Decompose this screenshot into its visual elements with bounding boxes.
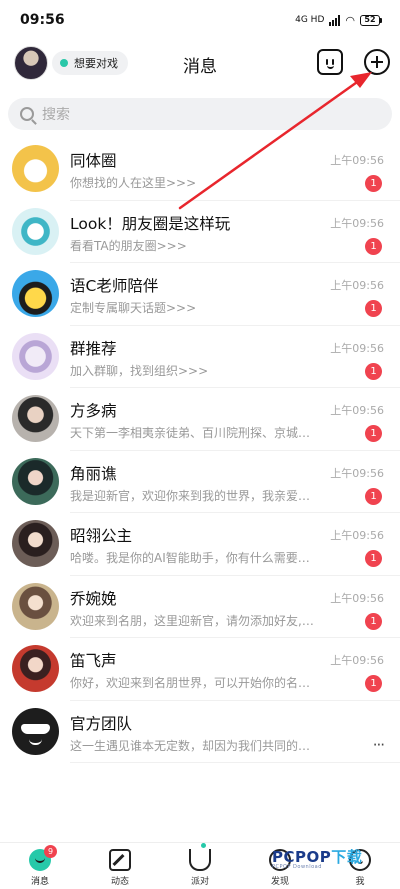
- party-icon: [189, 843, 211, 871]
- chat-preview: 这一生遇见谁本无定数，却因为我们共同的…: [70, 738, 311, 753]
- nav-label: 派对: [190, 877, 209, 887]
- chat-row[interactable]: 乔婉娩 欢迎来到名朋，这里迎新官，请勿添加好友,… 上午09:56 1: [0, 576, 400, 639]
- avatar: [12, 145, 59, 192]
- unread-badge: 1: [365, 362, 382, 380]
- chat-time: 上午09:56: [330, 654, 384, 667]
- chat-time: 上午09:56: [330, 279, 384, 292]
- chat-preview: 看看TA的朋友圈>>>: [70, 238, 187, 253]
- unread-badge: 1: [365, 675, 382, 692]
- status-icons: 4G HD ◠ 52: [295, 14, 382, 27]
- chat-time: 上午09:56: [330, 341, 384, 355]
- plus-circle-icon[interactable]: [364, 49, 390, 75]
- chat-name: 方多病: [70, 402, 117, 420]
- chat-time: 上午09:56: [330, 591, 384, 605]
- status-time: 09:56: [20, 12, 65, 28]
- header: 想要对戏 消息: [0, 40, 400, 88]
- chat-row[interactable]: 昭翎公主 哈喽。我是你的AI智能助手，你有什么需要… 上午09:56 1: [0, 513, 400, 576]
- unread-badge: 1: [365, 550, 382, 567]
- robot-icon[interactable]: [317, 49, 343, 75]
- nav-label: 消息: [30, 877, 49, 887]
- chat-row[interactable]: 语C老师陪伴 定制专属聊天话题>>> 上午09:56 1: [0, 263, 400, 326]
- signal-icon: [329, 14, 341, 26]
- avatar: [12, 207, 59, 255]
- chat-time: 上午09:56: [330, 216, 384, 230]
- search-placeholder: 搜索: [42, 107, 70, 123]
- wifi-icon: ◠: [345, 13, 355, 27]
- avatar: [12, 645, 59, 692]
- unread-badge: 1: [365, 612, 382, 630]
- chat-name: 笛飞声: [70, 652, 117, 670]
- unread-badge: 1: [365, 300, 382, 317]
- battery-level: 52: [360, 14, 380, 26]
- nav-badge: 9: [44, 845, 57, 858]
- unread-badge: 1: [365, 487, 382, 505]
- unread-badge: 1: [365, 175, 382, 192]
- network-label: 4G HD: [295, 15, 325, 25]
- avatar: [12, 707, 59, 755]
- chat-row[interactable]: 笛飞声 你好，欢迎来到名朋世界，可以开始你的名… 上午09:56 1: [0, 638, 400, 701]
- unread-badge: 1: [365, 425, 382, 442]
- chat-row[interactable]: 同体圈 你想找的人在这里>>> 上午09:56 1: [0, 138, 400, 201]
- avatar: [12, 582, 59, 630]
- edit-icon: [109, 849, 131, 871]
- avatar: [12, 395, 59, 442]
- unread-badge: 1: [365, 237, 382, 255]
- chat-preview: 加入群聊，找到组织>>>: [70, 363, 209, 378]
- chat-name: 角丽谯: [70, 464, 117, 483]
- chat-preview: 哈喽。我是你的AI智能助手，你有什么需要…: [70, 551, 310, 565]
- chat-row[interactable]: 群推荐 加入群聊，找到组织>>> 上午09:56 1: [0, 326, 400, 389]
- chat-preview: 你想找的人在这里>>>: [70, 176, 197, 190]
- battery-icon: 52: [360, 14, 382, 26]
- chat-name: Look！朋友圈是这样玩: [70, 214, 231, 233]
- nav-label: 动态: [110, 877, 129, 887]
- nav-party[interactable]: 派对: [160, 843, 240, 889]
- chat-preview: 你好，欢迎来到名朋世界，可以开始你的名…: [70, 676, 311, 690]
- status-bar: 09:56 4G HD ◠ 52: [0, 0, 400, 40]
- chat-preview: 天下第一李相夷亲徒弟、百川院刑探、京城…: [70, 426, 311, 440]
- chat-preview: 我是迎新官，欢迎你来到我的世界，我亲爱…: [70, 488, 311, 503]
- nav-moments[interactable]: 动态: [80, 843, 160, 889]
- search-bar[interactable]: 搜索: [8, 98, 392, 130]
- search-icon: [20, 107, 34, 121]
- chat-row[interactable]: 角丽谯 我是迎新官，欢迎你来到我的世界，我亲爱… 上午09:56 1: [0, 451, 400, 514]
- chat-row[interactable]: Look！朋友圈是这样玩 看看TA的朋友圈>>> 上午09:56 1: [0, 201, 400, 264]
- chat-name: 官方团队: [70, 714, 133, 733]
- nav-label: 我: [355, 877, 365, 887]
- chat-time: 上午09:56: [330, 529, 384, 542]
- chat-time: 上午09:56: [330, 154, 384, 167]
- avatar: [12, 457, 59, 505]
- nav-messages[interactable]: 9 消息: [0, 843, 80, 889]
- chat-preview: 欢迎来到名朋，这里迎新官，请勿添加好友,…: [70, 613, 314, 628]
- more-icon: ···: [372, 735, 385, 754]
- chat-row[interactable]: 方多病 天下第一李相夷亲徒弟、百川院刑探、京城… 上午09:56 1: [0, 388, 400, 451]
- avatar: [12, 520, 59, 567]
- chat-time: 上午09:56: [330, 404, 384, 417]
- nav-label: 发现: [270, 877, 289, 887]
- chat-name: 乔婉娩: [70, 589, 117, 608]
- avatar: [12, 332, 59, 380]
- chat-name: 语C老师陪伴: [70, 277, 159, 295]
- chat-preview: 定制专属聊天话题>>>: [70, 301, 197, 315]
- chat-list: 同体圈 你想找的人在这里>>> 上午09:56 1 Look！朋友圈是这样玩 看…: [0, 138, 400, 763]
- avatar: [12, 270, 59, 317]
- chat-name: 同体圈: [70, 152, 117, 170]
- chat-row[interactable]: 官方团队 这一生遇见谁本无定数，却因为我们共同的… ···: [0, 701, 400, 764]
- watermark: PCPOP下载 PCPOP Download: [272, 846, 362, 870]
- watermark-cn: 下载: [331, 848, 363, 866]
- chat-name: 群推荐: [70, 339, 117, 358]
- chat-time: 上午09:56: [330, 466, 384, 480]
- chat-name: 昭翎公主: [70, 527, 133, 545]
